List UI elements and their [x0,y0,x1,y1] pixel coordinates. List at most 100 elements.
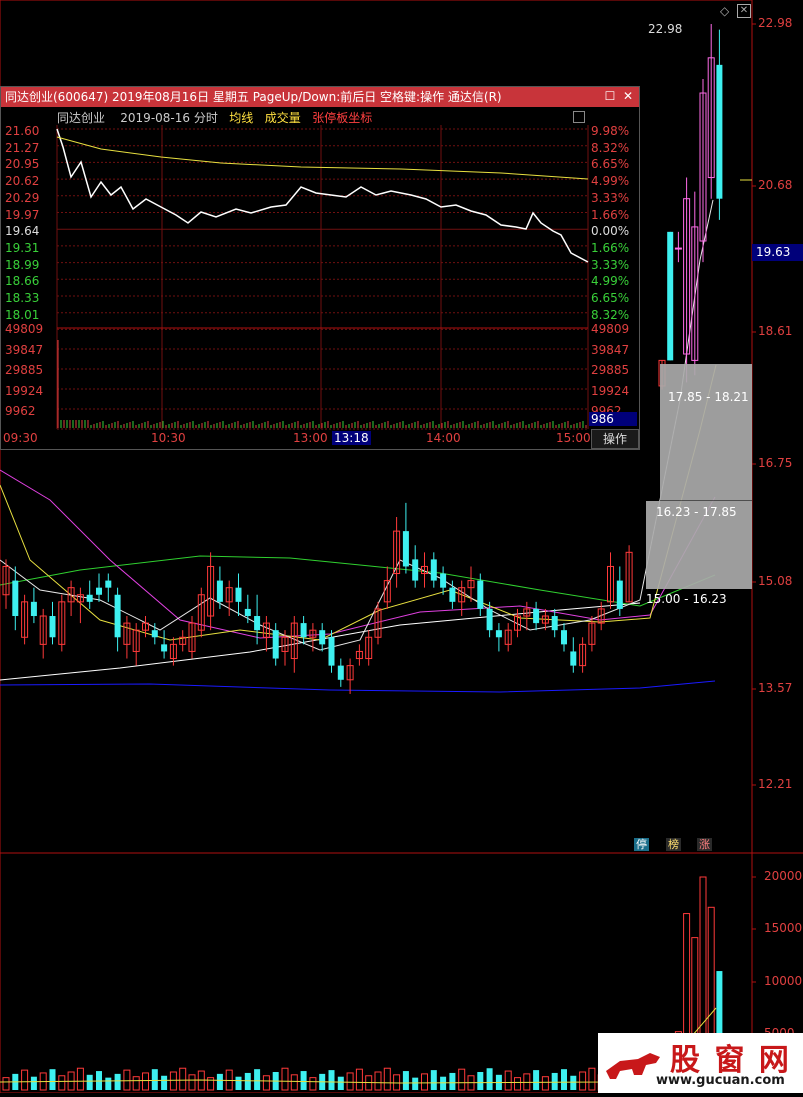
intraday-price-label: 21.60 [5,124,40,138]
candle-body-down [412,559,419,581]
volume-bar-up [207,1077,215,1091]
volume-bar-down [244,1072,251,1090]
candle-body-down [561,630,567,645]
candle-body-down [216,580,223,602]
volume-bar-down [216,1073,223,1090]
candle-body-down [328,637,335,666]
volume-bar-down [161,1075,168,1090]
volume-axis-label: 10000 [764,974,803,988]
zone-box-top [660,364,752,501]
watermark: 股 窗 网 www.gucuan.com [598,1033,803,1093]
volume-bar-up [588,1067,596,1091]
diamond-icon[interactable]: ◇ [720,4,729,18]
price-axis-label: 12.21 [758,777,793,791]
volume-bar-down [86,1074,93,1090]
intraday-price-label: 19.97 [5,207,40,222]
volume-bar-up [421,1073,428,1091]
candle-body-down [402,531,409,567]
intraday-pct-label: 4.99% [591,274,630,289]
volume-bar-up [76,1067,84,1091]
candle-body-down [616,580,623,609]
candle-body-down [244,608,251,617]
intraday-pct-label: 4.99% [591,174,630,189]
volume-bar-down [412,1077,419,1090]
volume-bar-down [114,1073,121,1090]
intraday-pct-label: 8.32% [591,307,630,322]
intraday-pct-label: 3.33% [591,190,630,205]
volume-bar-up [541,1076,549,1091]
intraday-price-label: 18.33 [5,291,40,305]
intraday-chart[interactable] [1,87,639,449]
price-axis-label: 16.75 [758,456,793,470]
volume-bar-down [300,1071,307,1090]
volume-bar-down [151,1069,158,1090]
volume-bar-down [235,1076,242,1090]
candle-body-down [570,651,577,666]
candle-body-down [551,616,558,631]
intraday-time-label: 10:30 [151,431,186,445]
intraday-price-label: 19.31 [5,240,40,255]
candle-body-down [235,587,242,602]
intraday-price-label: 18.99 [5,257,40,272]
volume-bar-down [570,1075,577,1090]
ma-blue-line [0,680,716,693]
volume-bar-down [551,1072,558,1090]
intraday-vol-label-right: 29885 [591,363,630,377]
candle-body-down [151,630,158,638]
ops-button[interactable]: 操作 [591,429,639,449]
cursor-value-badge: 986 [589,412,637,426]
intraday-time-label: 14:00 [426,431,461,445]
intraday-price-label: 18.01 [5,307,40,322]
candle-body-down [440,573,447,588]
volume-bar-up [374,1071,382,1091]
intraday-pct-label: 8.32% [591,140,630,155]
candle-body-down [533,608,540,624]
volume-bar-down [430,1070,437,1090]
intraday-avg-line [56,136,589,180]
tag-up[interactable]: 涨 [697,838,712,851]
volume-bar-up [179,1067,187,1091]
volume-bar-down [328,1070,335,1090]
candle-body-down [495,630,502,638]
volume-bar-up [123,1069,131,1091]
intraday-vol-label: 19924 [5,383,44,398]
candle-body-down [430,559,437,581]
price-axis-label: 15.08 [758,574,793,588]
candle-body-down [300,623,307,638]
volume-bar-down [402,1071,409,1090]
volume-bar-up [290,1074,298,1091]
volume-bar-up [2,1077,10,1091]
volume-bar-up [504,1070,512,1091]
intraday-time-label: 15:00 [556,431,591,445]
intraday-price-label: 19.64 [5,224,40,239]
tag-limit[interactable]: 停 [634,838,649,851]
intraday-vol-label: 39847 [5,342,44,357]
volume-bar-up [262,1075,270,1091]
volume-bar-up [579,1071,587,1091]
tag-rank[interactable]: 榜 [666,838,681,851]
candle-body-down [449,587,456,602]
intraday-pct-label: 6.65% [591,157,630,172]
intraday-time-label: 13:00 [293,431,328,445]
intraday-pct-label: 1.66% [591,207,630,222]
intraday-vol-label: 29885 [5,363,44,377]
volume-bar-down [49,1069,56,1090]
candle-body-down [161,644,168,652]
intraday-popup[interactable]: 同达创业(600647) 2019年08月16日 星期五 PageUp/Down… [0,86,640,450]
candle-body-down [254,616,261,631]
close-chart-icon[interactable]: ✕ [737,4,751,18]
candle-body-down [272,630,279,659]
volume-bar-up [383,1067,391,1091]
volume-axis-label: 20000 [764,869,803,883]
volume-bar-up [21,1069,29,1091]
price-axis-label: 13.57 [758,681,793,695]
intraday-pct-label: 3.33% [591,257,630,272]
volume-bar-down [337,1076,344,1090]
volume-bar-up [58,1075,66,1091]
candle-body-down [86,594,93,602]
volume-bar-down [254,1069,261,1090]
intraday-vol-label-right: 39847 [591,342,630,357]
volume-bar-up [514,1077,521,1091]
candle-body-down [105,580,112,588]
intraday-pct-label: 6.65% [591,291,630,305]
